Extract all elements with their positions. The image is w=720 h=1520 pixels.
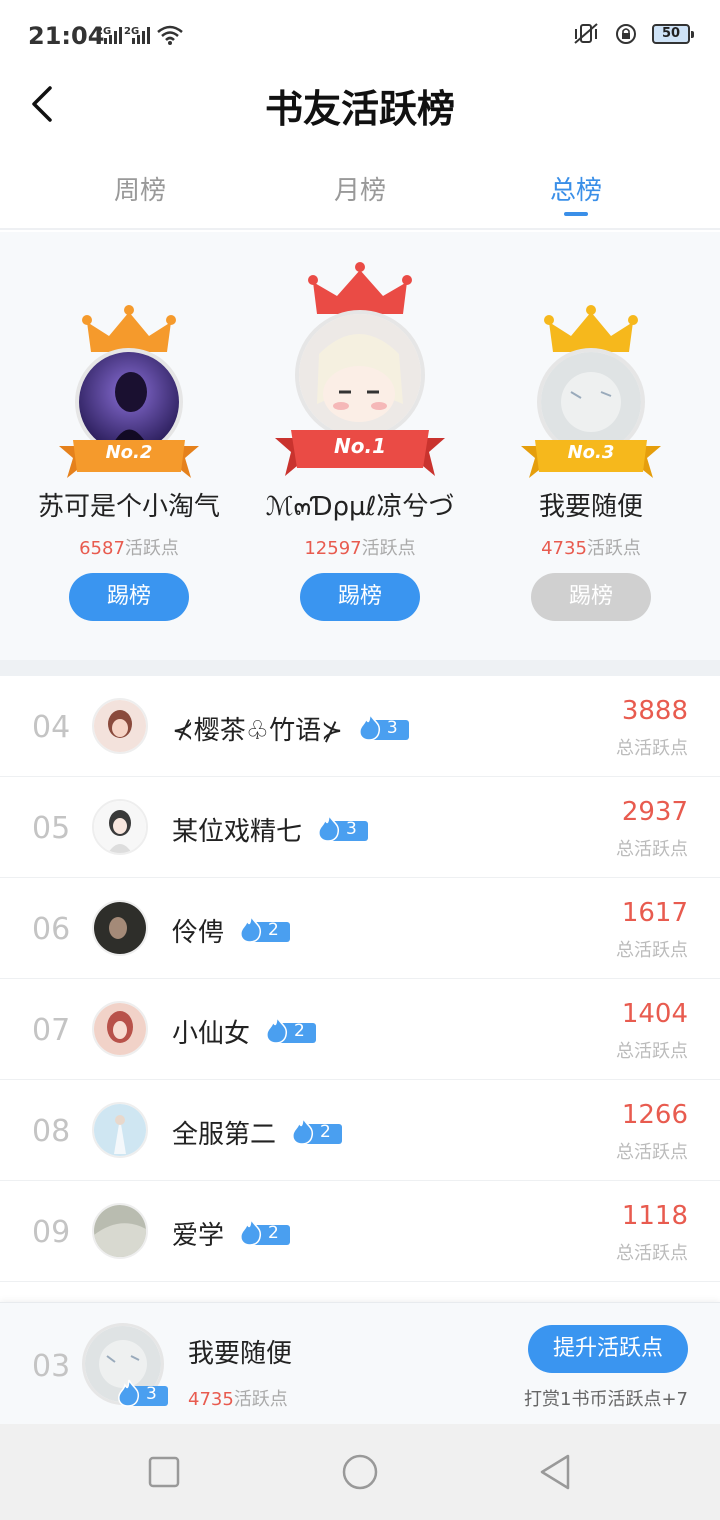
- avatar[interactable]: [92, 698, 148, 754]
- user-name: 全服第二: [172, 1120, 277, 1150]
- flame-icon: [292, 1116, 314, 1145]
- podium-name: 我要随便: [538, 492, 643, 522]
- status-bar: 21:04 2G 2G 50: [0, 0, 720, 74]
- signal-bars-2-icon: [132, 26, 150, 44]
- score-label: 总活跃点: [616, 1142, 688, 1163]
- boost-hint: 打赏1书币活跃点+7: [524, 1389, 688, 1410]
- tab-monthly[interactable]: 月榜: [290, 170, 430, 207]
- boost-activity-button[interactable]: 提升活跃点: [528, 1325, 688, 1373]
- podium-rank-1: No.1 ℳ๓Ɗρµℓ凉兮づ 12597活跃点 踢榜: [240, 232, 480, 660]
- podium-score: 6587活跃点: [79, 538, 179, 559]
- flame-icon: [118, 1379, 140, 1407]
- wifi-icon: [157, 25, 183, 45]
- level-badge: 3: [316, 813, 369, 842]
- my-score: 4735活跃点: [188, 1389, 288, 1410]
- score-label: 总活跃点: [616, 839, 688, 860]
- home-icon[interactable]: [340, 1452, 380, 1492]
- podium-rank-2: No.2 苏可是个小淘气 6587活跃点 踢榜: [9, 232, 249, 660]
- page-title: 书友活跃榜: [264, 86, 455, 131]
- score-value: 1404: [621, 999, 688, 1029]
- score-value: 1617: [621, 898, 688, 928]
- rank-number: 04: [32, 710, 71, 745]
- level-badge: 2: [264, 1015, 317, 1044]
- list-item[interactable]: 09 爱学 2 1118 总活跃点: [0, 1181, 720, 1282]
- avatar[interactable]: [92, 900, 148, 956]
- back-nav-icon[interactable]: [536, 1452, 576, 1492]
- kick-button[interactable]: 踢榜: [531, 573, 651, 621]
- rotation-lock-icon: [616, 24, 636, 44]
- rank-number: 05: [32, 811, 71, 846]
- flame-icon: [358, 712, 380, 741]
- score-label: 总活跃点: [616, 738, 688, 759]
- podium-name: ℳ๓Ɗρµℓ凉兮づ: [265, 492, 455, 522]
- list-item[interactable]: 07 小仙女 2 1404 总活跃点: [0, 979, 720, 1080]
- user-name: 某位戏精七: [172, 817, 303, 847]
- user-name: ⊀樱茶♧竹语⊁: [172, 716, 343, 746]
- avatar[interactable]: [92, 799, 148, 855]
- user-name: 伶俜: [172, 918, 225, 948]
- kick-button[interactable]: 踢榜: [300, 573, 420, 621]
- vibrate-mute-icon: [574, 23, 598, 44]
- kick-button[interactable]: 踢榜: [69, 573, 189, 621]
- podium-name: 苏可是个小淘气: [37, 492, 220, 522]
- podium-score: 12597活跃点: [304, 538, 416, 559]
- flame-icon: [240, 1217, 262, 1246]
- my-name: 我要随便: [188, 1339, 293, 1369]
- avatar[interactable]: [92, 1203, 148, 1259]
- list-item[interactable]: 08 全服第二 2 1266 总活跃点: [0, 1080, 720, 1181]
- podium: No.2 苏可是个小淘气 6587活跃点 踢榜 No.1 ℳ๓Ɗρµℓ凉兮づ 1…: [0, 232, 720, 660]
- tab-active-indicator: [564, 212, 588, 216]
- tab-weekly[interactable]: 周榜: [70, 170, 210, 207]
- score-value: 3888: [621, 696, 688, 726]
- avatar[interactable]: [92, 1102, 148, 1158]
- signal-bars-1-icon: [104, 26, 122, 44]
- rank-badge-label: No.2: [105, 442, 153, 463]
- rank-number: 06: [32, 912, 71, 947]
- score-value: 2937: [621, 797, 688, 827]
- section-divider: [0, 660, 720, 676]
- my-rank-bar: 03 3 我要随便 4735活跃点 提升活跃点 打赏1书币活跃点+7: [0, 1302, 720, 1424]
- rank-number: 08: [32, 1114, 71, 1149]
- rank-number: 07: [32, 1013, 71, 1048]
- status-time: 21:04: [28, 22, 105, 50]
- avatar[interactable]: [92, 1001, 148, 1057]
- podium-rank-3: No.3 我要随便 4735活跃点 踢榜: [471, 232, 711, 660]
- user-name: 小仙女: [172, 1019, 251, 1049]
- score-value: 1266: [621, 1100, 688, 1130]
- user-name: 爱学: [172, 1221, 225, 1251]
- header: 书友活跃榜: [0, 74, 720, 134]
- score-label: 总活跃点: [616, 1243, 688, 1264]
- avatar[interactable]: [295, 310, 425, 440]
- my-rank-number: 03: [32, 1349, 71, 1384]
- podium-score: 4735活跃点: [541, 538, 641, 559]
- system-nav-bar: [0, 1424, 720, 1520]
- recent-apps-icon[interactable]: [144, 1452, 184, 1492]
- score-label: 总活跃点: [616, 1041, 688, 1062]
- level-badge: 3: [357, 712, 409, 741]
- level-badge: 3: [116, 1379, 168, 1407]
- list-item[interactable]: 05 某位戏精七 3 2937 总活跃点: [0, 777, 720, 878]
- score-value: 1118: [621, 1201, 688, 1231]
- rank-badge-label: No.1: [334, 434, 386, 458]
- tab-overall[interactable]: 总榜: [506, 170, 646, 207]
- battery-icon: 50: [652, 24, 694, 44]
- score-label: 总活跃点: [616, 940, 688, 961]
- tab-bar: 周榜 月榜 总榜: [0, 160, 720, 230]
- list-item[interactable]: 06 伶俜 2 1617 总活跃点: [0, 878, 720, 979]
- level-badge: 2: [290, 1116, 343, 1145]
- level-badge: 2: [238, 914, 291, 943]
- rank-number: 09: [32, 1215, 71, 1250]
- ranking-list: 04 ⊀樱茶♧竹语⊁ 3 3888 总活跃点 05 某位戏精七 3 2937 总…: [0, 676, 720, 1282]
- level-badge: 2: [238, 1217, 291, 1246]
- flame-icon: [318, 813, 340, 842]
- flame-icon: [266, 1015, 288, 1044]
- rank-badge-label: No.3: [567, 442, 615, 463]
- list-item[interactable]: 04 ⊀樱茶♧竹语⊁ 3 3888 总活跃点: [0, 676, 720, 777]
- flame-icon: [240, 914, 262, 943]
